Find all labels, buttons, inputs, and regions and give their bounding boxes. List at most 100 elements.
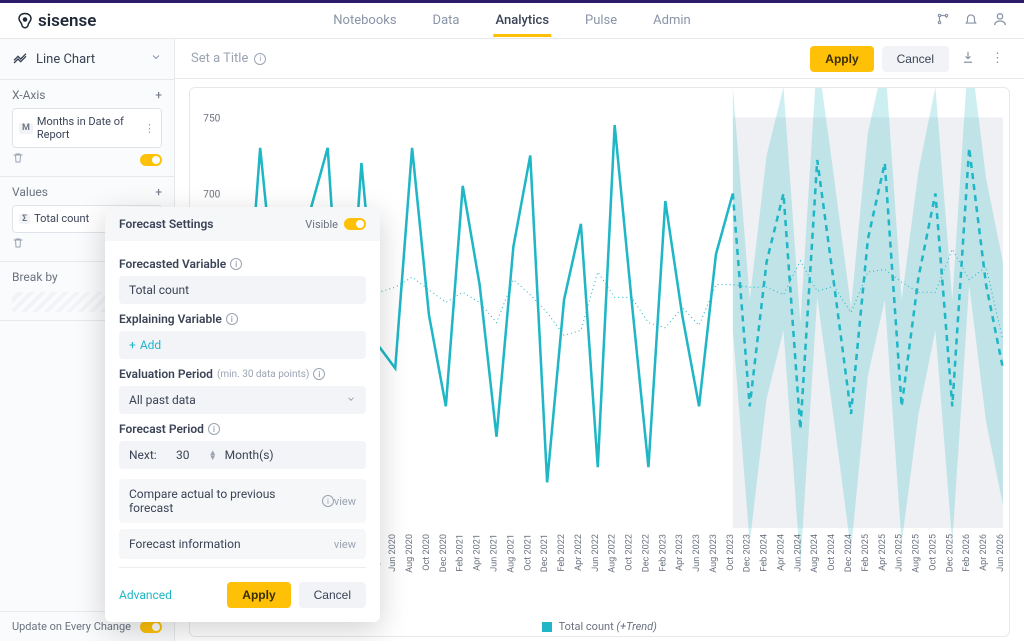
svg-text:Aug 2021: Aug 2021 (506, 534, 516, 573)
svg-text:Feb 2025: Feb 2025 (861, 534, 871, 572)
info-icon[interactable]: i (254, 53, 266, 65)
info-icon[interactable]: i (208, 423, 220, 435)
xaxis-field-tag: M (19, 123, 33, 134)
forecast-cancel-button[interactable]: Cancel (299, 582, 366, 608)
svg-text:Dec 2024: Dec 2024 (844, 534, 854, 572)
plus-icon: + (129, 338, 136, 352)
eval-period-dropdown[interactable]: All past data (119, 386, 366, 414)
svg-text:Feb 2022: Feb 2022 (557, 534, 567, 572)
chart-type-label: Line Chart (36, 52, 95, 67)
forecasted-var-label: Forecasted Variable (119, 257, 226, 271)
breakby-label: Break by (12, 270, 58, 284)
forecast-info-row[interactable]: Forecast information view (119, 529, 366, 559)
svg-text:Jun 2023: Jun 2023 (692, 534, 702, 572)
nav-data[interactable]: Data (431, 5, 462, 36)
forecast-apply-button[interactable]: Apply (227, 582, 290, 608)
forecast-info-label: Forecast information (129, 537, 241, 551)
visible-toggle[interactable] (344, 218, 366, 230)
svg-text:Aug 2020: Aug 2020 (405, 534, 415, 573)
svg-text:Jun 2021: Jun 2021 (489, 534, 499, 572)
info-icon[interactable]: i (226, 313, 238, 325)
bell-icon[interactable] (964, 12, 978, 30)
svg-text:Jun 2020: Jun 2020 (388, 534, 398, 572)
add-label: Add (140, 338, 161, 352)
svg-text:Aug 2025: Aug 2025 (912, 534, 922, 573)
user-icon[interactable] (992, 11, 1008, 31)
chevron-down-icon (346, 393, 356, 407)
xaxis-field-name: Months in Date of Report (37, 115, 140, 141)
xaxis-label: X-Axis (12, 88, 45, 102)
svg-text:Dec 2022: Dec 2022 (641, 534, 651, 572)
add-explaining-button[interactable]: + Add (119, 331, 366, 359)
svg-text:Jun 2025: Jun 2025 (895, 534, 905, 572)
stepper-icon[interactable]: ▲▼ (209, 450, 217, 460)
svg-text:Apr 2023: Apr 2023 (675, 534, 685, 571)
svg-text:Feb 2024: Feb 2024 (760, 534, 770, 572)
forecast-settings-panel: Forecast Settings Visible Forecasted Var… (105, 207, 380, 622)
view-link: view (334, 538, 356, 551)
svg-text:Apr 2025: Apr 2025 (878, 534, 888, 571)
nav-pulse[interactable]: Pulse (583, 5, 619, 36)
legend-label: Total count (559, 620, 614, 633)
legend-suffix: (+Trend) (616, 620, 656, 633)
download-icon[interactable] (957, 50, 979, 68)
xaxis-toggle[interactable] (140, 154, 162, 166)
brand-logo: sisense (16, 11, 96, 31)
more-icon[interactable]: ⋮ (144, 122, 155, 135)
nav-admin[interactable]: Admin (651, 5, 693, 36)
brand-text: sisense (38, 11, 96, 31)
visible-label: Visible (305, 218, 338, 231)
view-link: view (334, 495, 356, 508)
xaxis-section: X-Axis + M Months in Date of Report ⋮ (0, 80, 174, 177)
svg-text:700: 700 (203, 189, 220, 200)
legend-swatch (542, 622, 552, 632)
svg-text:Apr 2026: Apr 2026 (979, 534, 989, 571)
apply-button[interactable]: Apply (810, 46, 873, 72)
update-toggle[interactable] (140, 621, 162, 633)
advanced-link[interactable]: Advanced (119, 588, 172, 602)
svg-text:Apr 2024: Apr 2024 (776, 534, 786, 571)
nav-analytics[interactable]: Analytics (493, 5, 551, 36)
svg-text:Aug 2024: Aug 2024 (810, 534, 820, 573)
info-icon[interactable]: i (230, 258, 242, 270)
period-next-label: Next: (129, 448, 157, 462)
period-value-input[interactable]: 30 (165, 448, 201, 462)
title-input[interactable]: Set a Title i (191, 51, 802, 66)
svg-text:Dec 2020: Dec 2020 (439, 534, 449, 572)
svg-text:750: 750 (203, 113, 220, 124)
svg-text:Jun 2024: Jun 2024 (793, 534, 803, 572)
trash-icon[interactable] (12, 237, 24, 253)
forecasted-var-value: Total count (119, 276, 366, 304)
svg-text:Oct 2024: Oct 2024 (827, 534, 837, 571)
svg-text:Dec 2025: Dec 2025 (945, 534, 955, 572)
compare-label: Compare actual to previous forecast (129, 487, 318, 515)
svg-text:Dec 2023: Dec 2023 (743, 534, 753, 572)
cancel-button[interactable]: Cancel (882, 46, 949, 72)
compare-actual-row[interactable]: Compare actual to previous forecast i vie… (119, 479, 366, 523)
eval-period-value: All past data (129, 393, 196, 407)
xaxis-field[interactable]: M Months in Date of Report ⋮ (12, 108, 162, 148)
chart-type-selector[interactable]: Line Chart (0, 39, 174, 80)
branch-icon[interactable] (936, 12, 950, 30)
info-icon: i (322, 495, 334, 507)
top-bar: sisense Notebooks Data Analytics Pulse A… (0, 3, 1024, 39)
top-icons (936, 11, 1008, 31)
svg-text:Apr 2021: Apr 2021 (473, 534, 483, 571)
nav-notebooks[interactable]: Notebooks (331, 5, 398, 36)
svg-text:Oct 2022: Oct 2022 (625, 534, 635, 571)
widget-toolbar: Set a Title i Apply Cancel ⋮ (175, 39, 1024, 79)
add-value-button[interactable]: + (155, 185, 162, 199)
svg-text:Feb 2026: Feb 2026 (962, 534, 972, 572)
chevron-down-icon (150, 51, 162, 67)
svg-text:Jun 2026: Jun 2026 (996, 534, 1006, 572)
info-icon[interactable]: i (313, 368, 325, 380)
svg-text:Oct 2020: Oct 2020 (422, 534, 432, 571)
kebab-icon[interactable]: ⋮ (987, 51, 1008, 66)
line-chart-icon (12, 49, 28, 69)
explaining-var-label: Explaining Variable (119, 312, 222, 326)
svg-text:Oct 2023: Oct 2023 (726, 534, 736, 571)
svg-text:Apr 2022: Apr 2022 (574, 534, 584, 571)
values-label: Values (12, 185, 48, 199)
trash-icon[interactable] (12, 152, 24, 168)
add-xaxis-button[interactable]: + (155, 88, 162, 102)
